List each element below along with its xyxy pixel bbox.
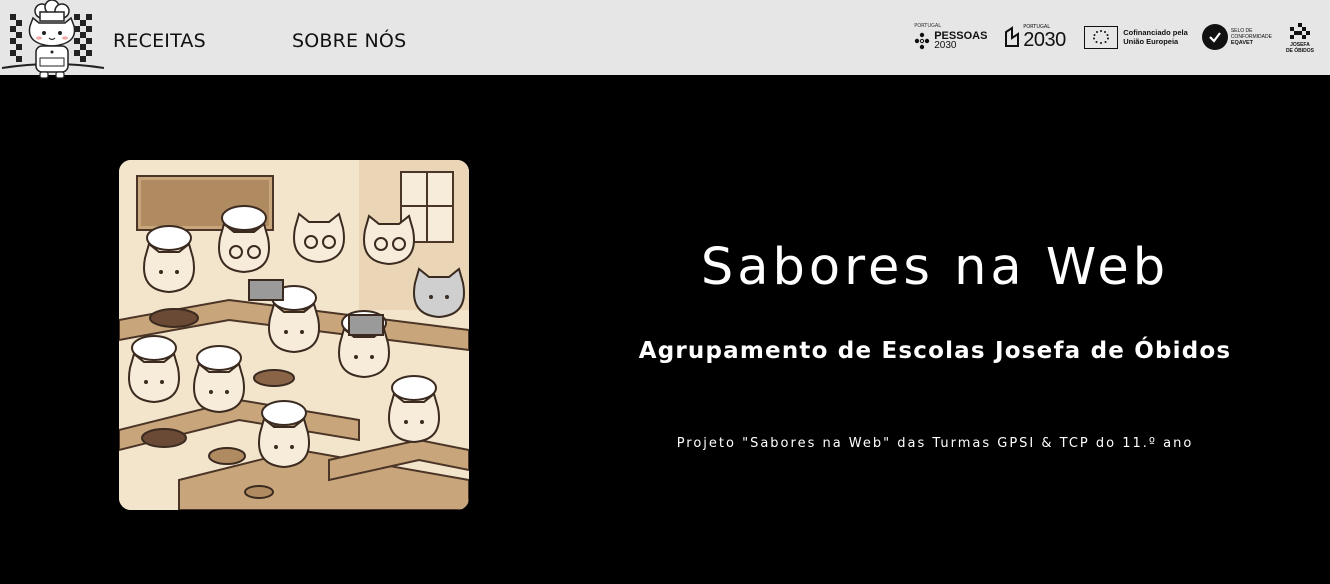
top-navigation-bar: RECEITAS SOBRE NÓS PORTUGAL PESSOAS 2030 (0, 0, 1330, 79)
eu-flag-icon (1084, 25, 1119, 49)
nav-link-receitas[interactable]: RECEITAS (113, 30, 206, 52)
eqavet-seal-logo: SELO DE CONFORMIDADE EQAVET (1201, 24, 1272, 50)
portugal-flag-mark-icon (1005, 26, 1020, 47)
chef-cats-classroom-illustration (119, 160, 469, 510)
partner-logos: PORTUGAL PESSOAS 2030 PORTUGAL 2030 Cofi… (914, 14, 1314, 60)
nav-link-sobre-nos[interactable]: SOBRE NÓS (292, 30, 406, 52)
eu-label-line1: Cofinanciado pela (1123, 28, 1188, 37)
hero-subtitle: Agrupamento de Escolas Josefa de Óbidos (638, 338, 1232, 364)
pessoas-year: 2030 (934, 40, 957, 51)
portugal-year: 2030 (1023, 29, 1066, 51)
aejo-line1: JOSEFA (1290, 41, 1310, 48)
people-grid-icon (915, 32, 930, 50)
hero-caption: Projeto "Sabores na Web" das Turmas GPSI… (676, 436, 1194, 451)
eu-cofinanced-logo: Cofinanciado pela União Europeia (1084, 25, 1188, 49)
eqavet-line3: EQAVET (1230, 40, 1254, 46)
school-building-icon (1289, 22, 1310, 39)
aejo-line2: DE ÓBIDOS (1285, 47, 1314, 54)
chef-cat-logo[interactable] (0, 0, 106, 80)
pessoas-top-label: PORTUGAL (914, 23, 942, 29)
pessoas-2030-logo: PORTUGAL PESSOAS 2030 (914, 15, 990, 59)
hero-title: Sabores na Web (700, 238, 1170, 297)
portugal-2030-logo: PORTUGAL 2030 (1004, 15, 1070, 59)
eu-label-line2: União Europeia (1123, 37, 1179, 46)
school-group-logo: JOSEFA DE ÓBIDOS (1286, 21, 1314, 54)
checkmark-seal-icon (1201, 24, 1228, 50)
